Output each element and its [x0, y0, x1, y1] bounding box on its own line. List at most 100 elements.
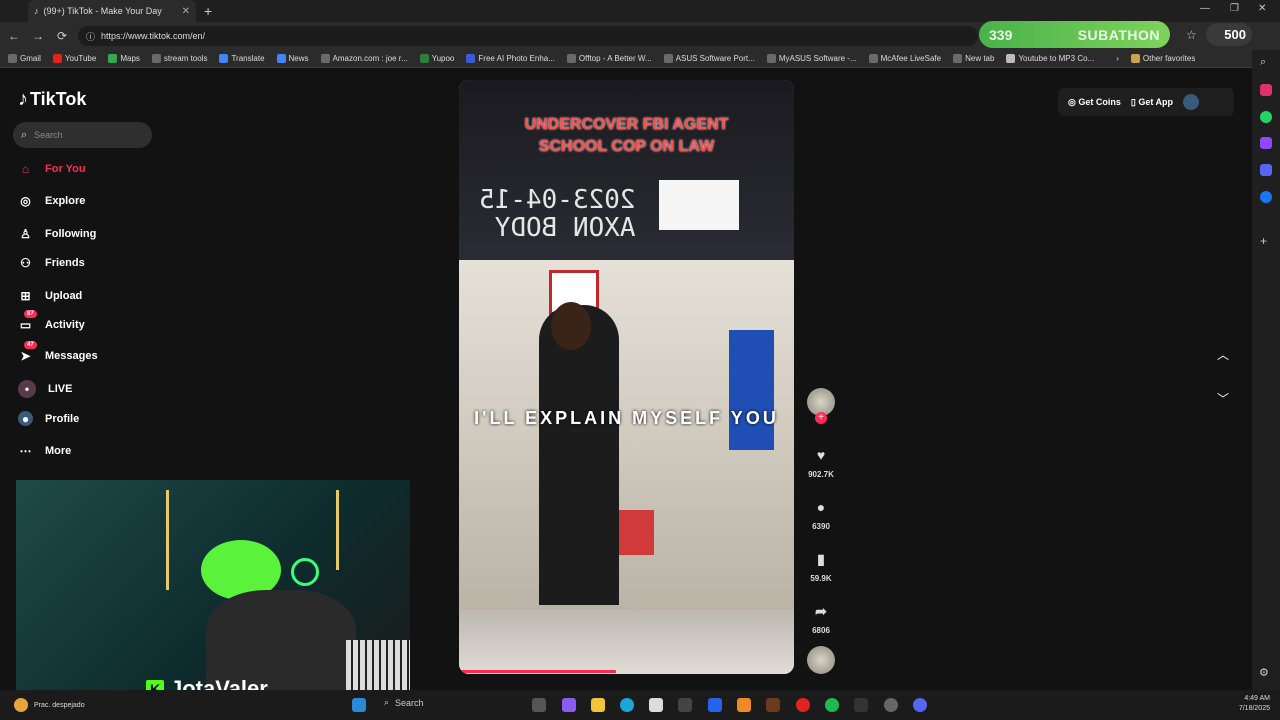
- nav-following[interactable]: ♙ Following: [18, 226, 96, 241]
- app-icon[interactable]: [854, 698, 868, 712]
- app-icon[interactable]: [766, 698, 780, 712]
- store-icon[interactable]: [649, 698, 663, 712]
- compass-icon: ◎: [20, 193, 31, 208]
- app-icon[interactable]: [796, 698, 810, 712]
- green-light: [291, 558, 319, 586]
- nav-friends[interactable]: ⚇ Friends: [18, 255, 85, 270]
- bookmark-13[interactable]: New tab: [953, 54, 994, 63]
- whatsapp-icon[interactable]: [1260, 111, 1272, 123]
- next-video-icon[interactable]: ﹀: [1212, 390, 1234, 407]
- twitch-icon[interactable]: [1260, 137, 1272, 149]
- instagram-icon[interactable]: [1260, 84, 1272, 96]
- tiktok-logo[interactable]: ♪ TikTok: [18, 88, 86, 111]
- clock-date: 7/18/2025: [1238, 705, 1270, 712]
- new-tab-button[interactable]: +: [204, 3, 212, 19]
- share-action[interactable]: ➦ 6806: [806, 600, 836, 636]
- nav-messages[interactable]: ➤ 47 Messages: [18, 341, 98, 363]
- share-count: 6806: [812, 626, 830, 635]
- bookmark-5[interactable]: News: [276, 54, 309, 63]
- nav-explore[interactable]: ◎ Explore: [18, 193, 85, 208]
- copilot-icon[interactable]: [562, 698, 576, 712]
- bookmark-8[interactable]: Free AI Photo Enha...: [466, 54, 555, 63]
- bookmark-0[interactable]: Gmail: [8, 54, 41, 63]
- bookmark-4[interactable]: Translate: [219, 54, 265, 63]
- start-icon[interactable]: [352, 698, 366, 712]
- subathon-label: SUBATHON: [1077, 26, 1160, 43]
- search-input[interactable]: ⌕ Search: [13, 122, 152, 148]
- weather-icon[interactable]: [14, 698, 28, 712]
- app-icon[interactable]: [737, 698, 751, 712]
- bookmark-3[interactable]: stream tools: [151, 54, 207, 63]
- back-icon[interactable]: ←: [2, 29, 26, 43]
- close-window-icon[interactable]: ✕: [1258, 3, 1266, 14]
- bookmark-1[interactable]: YouTube: [52, 54, 96, 63]
- comment-action[interactable]: ● 6390: [806, 496, 836, 531]
- settings-gear-icon[interactable]: ⚙: [1259, 666, 1269, 679]
- bookmark-2[interactable]: Maps: [108, 54, 140, 63]
- url-input[interactable]: ⓘ https://www.tiktok.com/en/: [78, 26, 978, 46]
- save-action[interactable]: ▮ 59.9K: [806, 548, 836, 584]
- bookmark-6[interactable]: Amazon.com : joe r...: [320, 54, 408, 63]
- subathon-count: 339: [989, 26, 1013, 43]
- site-info-icon[interactable]: ⓘ: [86, 30, 95, 43]
- follow-plus-icon[interactable]: +: [815, 412, 827, 424]
- app-icon[interactable]: [678, 698, 692, 712]
- taskbar-clock[interactable]: 4:49 AM 7/18/2025: [1239, 694, 1270, 714]
- user-avatar[interactable]: [1183, 94, 1199, 110]
- reload-icon[interactable]: ⟳: [50, 29, 74, 43]
- bookmark-14[interactable]: Youtube to MP3 Co...: [1006, 54, 1094, 63]
- messages-icon: ➤ 47: [18, 341, 37, 363]
- nav-for-you[interactable]: ⌂ For You: [18, 161, 86, 176]
- bookmark-9[interactable]: Offtop - A Better W...: [566, 54, 652, 63]
- nav-live[interactable]: • LIVE: [18, 380, 72, 398]
- add-panel-icon[interactable]: +: [1260, 234, 1267, 248]
- like-action[interactable]: ♥ 902.7K: [806, 444, 836, 479]
- bookmark-7[interactable]: Yupoo: [419, 54, 454, 63]
- video-progress-bar[interactable]: [459, 670, 617, 673]
- discord-icon[interactable]: [1260, 164, 1272, 176]
- other-favorites[interactable]: Other favorites: [1130, 54, 1195, 63]
- nav-upload[interactable]: ⊞ Upload: [18, 288, 82, 303]
- search-icon: ⌕: [21, 128, 28, 141]
- favorite-star-icon[interactable]: ☆: [1186, 28, 1197, 42]
- forward-icon[interactable]: →: [26, 29, 50, 43]
- minimize-icon[interactable]: —: [1200, 3, 1210, 14]
- nav-label: Following: [45, 227, 97, 240]
- search-icon[interactable]: ⌕: [1260, 56, 1266, 69]
- file-explorer-icon[interactable]: [591, 698, 605, 712]
- maximize-icon[interactable]: ❐: [1230, 3, 1239, 14]
- logo-text: TikTok: [30, 89, 87, 109]
- task-view-icon[interactable]: [532, 698, 546, 712]
- bookmarks-overflow-icon[interactable]: ›: [1116, 54, 1119, 63]
- discord-icon[interactable]: [913, 698, 927, 712]
- previous-video-icon[interactable]: ︿: [1212, 346, 1234, 363]
- url-text: https://www.tiktok.com/en/: [101, 31, 206, 41]
- music-disc-avatar[interactable]: [807, 646, 835, 674]
- bookmark-12[interactable]: McAfee LiveSafe: [868, 54, 941, 63]
- bookmark-icon: ▮: [817, 550, 825, 567]
- taskbar-search[interactable]: ⌕ Search: [384, 697, 424, 708]
- nav-profile[interactable]: ● Profile: [18, 411, 79, 426]
- home-icon: ⌂: [21, 161, 30, 176]
- video-player[interactable]: UNDERCOVER FBI AGENT SCHOOL COP ON LAW 2…: [459, 80, 794, 674]
- app-icon[interactable]: [884, 698, 898, 712]
- close-tab-icon[interactable]: ✕: [182, 6, 190, 17]
- get-coins-button[interactable]: ◎ Get Coins: [1068, 97, 1121, 108]
- like-count: 902.7K: [808, 470, 834, 479]
- piano-keyboard: [346, 640, 410, 690]
- more-icon: ⋯: [19, 443, 32, 458]
- search-placeholder: Search: [34, 130, 63, 140]
- light-strip: [166, 490, 169, 590]
- spotify-icon[interactable]: [825, 698, 839, 712]
- edge-icon[interactable]: [620, 698, 634, 712]
- app-icon[interactable]: [708, 698, 722, 712]
- facebook-icon[interactable]: [1260, 191, 1272, 203]
- light-strip: [336, 490, 339, 570]
- nav-activity[interactable]: ▭ 87 Activity: [18, 310, 85, 332]
- bookmark-10[interactable]: ASUS Software Port...: [663, 54, 755, 63]
- nav-more[interactable]: ⋯ More: [18, 443, 72, 458]
- bookmark-11[interactable]: MyASUS Software -...: [766, 54, 857, 63]
- browser-tab[interactable]: ♪ (99+) TikTok - Make Your Day ✕: [28, 0, 196, 22]
- cashier-figure: [729, 330, 774, 450]
- get-app-button[interactable]: ▯ Get App: [1131, 97, 1173, 108]
